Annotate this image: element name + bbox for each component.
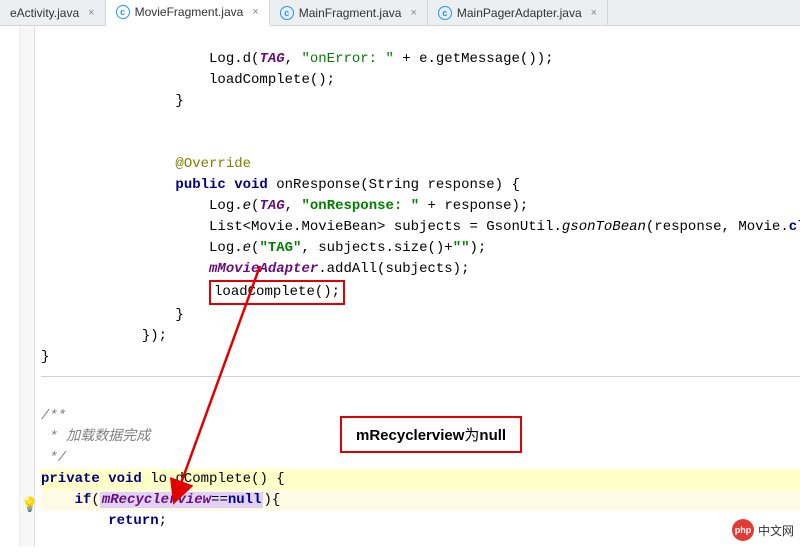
gutter-left xyxy=(0,26,20,546)
code-line: loadComplete(); xyxy=(41,284,345,300)
close-icon[interactable]: × xyxy=(252,6,258,18)
class-icon: c xyxy=(116,5,130,19)
watermark-logo: php 中文网 xyxy=(732,519,794,541)
tab-mainfragment[interactable]: c MainFragment.java × xyxy=(270,0,428,25)
code-line: } xyxy=(41,349,49,365)
code-editor[interactable]: Log.d(TAG, "onError: " + e.getMessage())… xyxy=(35,26,800,546)
gutter-icons: 💡 xyxy=(20,26,35,546)
tab-eactivity[interactable]: eActivity.java × xyxy=(0,0,106,25)
code-line: @Override xyxy=(41,156,251,172)
watermark-text: 中文网 xyxy=(758,522,794,539)
tab-label: MovieFragment.java xyxy=(135,5,244,19)
code-line: Log.d(TAG, "onError: " + e.getMessage())… xyxy=(41,51,554,67)
tab-mainpageradapter[interactable]: c MainPagerAdapter.java × xyxy=(428,0,608,25)
close-icon[interactable]: × xyxy=(410,7,416,19)
code-line: */ xyxy=(41,450,66,466)
tab-moviefragment[interactable]: c MovieFragment.java × xyxy=(106,0,270,26)
code-line: if(mRecyclerview==null){ xyxy=(41,490,800,511)
code-line: loadComplete(); xyxy=(41,72,335,88)
code-line: mMovieAdapter.addAll(subjects); xyxy=(41,261,469,277)
code-line: Log.e(TAG, "onResponse: " + response); xyxy=(41,198,528,214)
logo-icon: php xyxy=(732,519,754,541)
code-line: Log.e("TAG", subjects.size()+""); xyxy=(41,240,486,256)
tab-label: MainPagerAdapter.java xyxy=(457,6,582,20)
code-line: * 加载数据完成 xyxy=(41,429,150,445)
tab-label: MainFragment.java xyxy=(299,6,402,20)
class-icon: c xyxy=(280,6,294,20)
editor-tabs: eActivity.java × c MovieFragment.java × … xyxy=(0,0,800,26)
code-line: return; xyxy=(41,513,167,529)
section-divider xyxy=(41,376,800,377)
code-line: public void onResponse(String response) … xyxy=(41,177,520,193)
code-line: } xyxy=(41,93,184,109)
code-line: } xyxy=(41,307,184,323)
code-line: List<Movie.MovieBean> subjects = GsonUti… xyxy=(41,219,800,235)
code-line: }); xyxy=(41,328,167,344)
close-icon[interactable]: × xyxy=(88,7,94,19)
highlight-box-loadcomplete: loadComplete(); xyxy=(209,280,345,305)
annotation-callout: mRecyclerview为null xyxy=(340,416,522,453)
editor-area[interactable]: 💡 Log.d(TAG, "onError: " + e.getMessage(… xyxy=(0,26,800,546)
close-icon[interactable]: × xyxy=(591,7,597,19)
class-icon: c xyxy=(438,6,452,20)
tab-label: eActivity.java xyxy=(10,6,79,20)
code-line: /** xyxy=(41,408,66,424)
code-line: private void lo dComplete() { xyxy=(41,469,800,490)
